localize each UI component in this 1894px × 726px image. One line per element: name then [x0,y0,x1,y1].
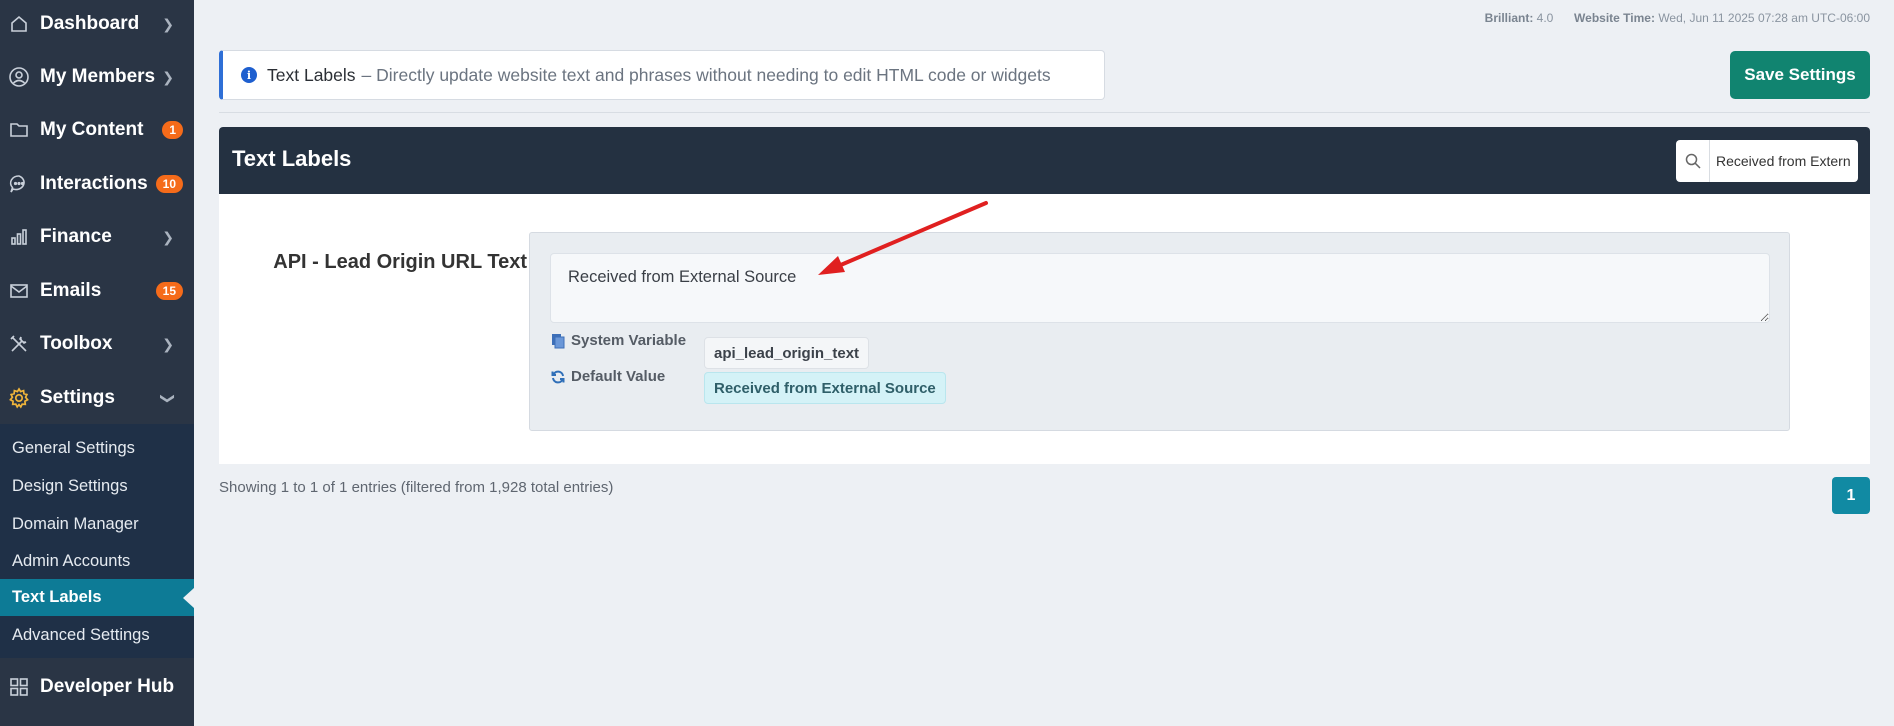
chevron-right-icon: ❯ [162,335,174,352]
sidebar: Dashboard ❯ My Members ❯ My Content 1 In… [0,0,194,726]
nav-label: My Members [40,66,156,87]
nav-interactions[interactable]: Interactions 10 [0,164,194,204]
mail-icon [8,280,30,302]
save-settings-button[interactable]: Save Settings [1730,51,1870,99]
grid-icon [8,676,30,698]
system-variable-label: System Variable [571,332,687,349]
nav-label: Settings [40,387,115,408]
nav-finance[interactable]: Finance ❯ [0,217,194,257]
chat-icon [8,173,30,195]
website-time-value: Wed, Jun 11 2025 07:28 am UTC-06:00 [1658,11,1870,25]
count-badge: 10 [155,175,183,193]
folder-icon [8,119,30,141]
page-notice: i Text Labels – Directly update website … [219,50,1105,100]
chevron-down-icon: ❯ [160,392,177,404]
nav-developer-hub[interactable]: Developer Hub [0,667,194,707]
nav-label: Finance [40,226,112,247]
submenu-item-advanced-settings[interactable]: Advanced Settings [0,617,194,654]
panel-header: Text Labels [219,127,1870,194]
page-title: Text Labels [267,64,356,85]
nav-label: Interactions [40,173,148,194]
nav-settings[interactable]: Settings ❯ [0,378,194,418]
website-time-label: Website Time: [1574,11,1655,25]
submenu-item-design-settings[interactable]: Design Settings [0,468,194,505]
default-value-row: Default Value [550,368,716,385]
field-label: API - Lead Origin URL Text [273,251,527,273]
tools-icon [8,333,30,355]
version-label: Brilliant: [1484,11,1534,25]
default-value-pill[interactable]: Received from External Source [704,372,946,404]
nav-my-content[interactable]: My Content 1 [0,110,194,150]
search-icon [1676,140,1710,182]
search-input[interactable] [1710,141,1850,181]
version-value: 4.0 [1536,11,1554,25]
nav-emails[interactable]: Emails 15 [0,271,194,311]
pagination-page-1[interactable]: 1 [1832,477,1870,514]
system-variable-pill: api_lead_origin_text [704,337,870,369]
submenu-item-text-labels[interactable]: Text Labels [0,579,194,616]
copy-icon[interactable] [550,333,566,349]
home-icon [8,13,30,35]
panel-body: API - Lead Origin URL Text Received from… [219,194,1870,464]
field-container: Received from External Source System Var… [529,232,1790,431]
top-info-bar: Brilliant: 4.0 Website Time: Wed, Jun 11… [1485,11,1870,25]
page-description: – Directly update website text and phras… [361,64,1051,85]
nav-my-members[interactable]: My Members ❯ [0,57,194,97]
count-badge: 1 [162,121,183,139]
user-icon [8,66,30,88]
chevron-right-icon: ❯ [162,15,174,32]
nav-toolbox[interactable]: Toolbox ❯ [0,324,194,364]
info-icon: i [241,67,257,83]
chevron-right-icon: ❯ [162,228,174,245]
search-box [1676,140,1858,182]
nav-label: Emails [40,280,102,301]
nav-label: My Content [40,119,144,140]
system-variable-row: System Variable [550,332,716,349]
submenu-item-general-settings[interactable]: General Settings [0,430,194,467]
submenu-item-admin-accounts[interactable]: Admin Accounts [0,543,194,580]
divider [219,112,1870,113]
count-badge: 15 [155,282,183,300]
bar-chart-icon [8,226,30,248]
refresh-icon[interactable] [550,369,566,385]
settings-submenu: General Settings Design Settings Domain … [0,424,194,658]
nav-label: Dashboard [40,13,140,34]
gear-icon [8,387,30,409]
nav-label: Developer Hub [40,676,175,697]
entries-info: Showing 1 to 1 of 1 entries (filtered fr… [219,479,614,496]
chevron-right-icon: ❯ [162,68,174,85]
panel-title: Text Labels [232,146,352,171]
default-value-label: Default Value [571,368,666,385]
nav-label: Toolbox [40,333,113,354]
nav-dashboard[interactable]: Dashboard ❯ [0,4,194,44]
submenu-item-domain-manager[interactable]: Domain Manager [0,506,194,543]
text-label-field[interactable]: Received from External Source [550,253,1770,323]
